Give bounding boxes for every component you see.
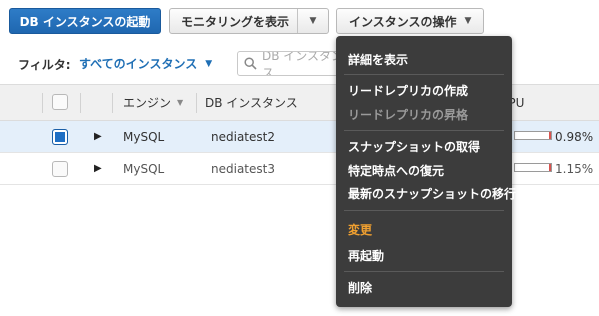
cpu-usage-bar xyxy=(514,131,552,140)
column-header-engine[interactable]: エンジン ▼ xyxy=(123,85,183,120)
instance-filter-value: すべてのインスタンス xyxy=(79,57,198,71)
column-header-db-instance-label: DB インスタンス xyxy=(205,96,298,110)
menu-divider xyxy=(344,271,504,272)
cpu-usage-bar xyxy=(514,163,552,172)
column-divider xyxy=(42,93,43,113)
cpu-usage-fill xyxy=(549,132,551,139)
column-divider xyxy=(80,93,81,113)
cpu-value: 1.15% xyxy=(555,161,594,176)
engine-cell: MySQL xyxy=(123,129,165,144)
instance-actions-menu: 詳細を表示 リードレプリカの作成 リードレプリカの昇格 スナップショットの取得 … xyxy=(336,36,516,307)
row-checkbox[interactable] xyxy=(52,161,68,177)
search-icon xyxy=(244,57,257,70)
expand-row-icon[interactable]: ▶ xyxy=(94,153,102,184)
cpu-usage-fill xyxy=(549,164,551,171)
select-all-checkbox[interactable] xyxy=(52,94,68,110)
column-header-db-instance[interactable]: DB インスタンス xyxy=(205,85,298,120)
expand-row-icon[interactable]: ▶ xyxy=(94,121,102,152)
show-monitoring-label: モニタリングを表示 xyxy=(181,14,290,29)
column-header-engine-label: エンジン xyxy=(123,96,172,110)
chevron-down-icon[interactable]: ▼ xyxy=(298,16,328,26)
column-divider xyxy=(112,93,113,113)
menu-divider xyxy=(344,210,504,211)
row-checkbox[interactable] xyxy=(52,129,68,145)
cpu-value: 0.98% xyxy=(555,129,594,144)
db-instance-cell[interactable]: nediatest2 xyxy=(211,121,275,152)
column-divider xyxy=(196,93,197,113)
filter-label: フィルタ: xyxy=(18,58,71,72)
menu-item-modify[interactable]: 変更 xyxy=(348,221,372,238)
launch-db-instance-button[interactable]: DB インスタンスの起動 xyxy=(9,8,161,34)
menu-item-reboot[interactable]: 再起動 xyxy=(348,247,384,264)
menu-divider xyxy=(344,74,504,75)
instance-filter-select[interactable]: すべてのインスタンス ▼ xyxy=(79,55,212,72)
chevron-down-icon: ▼ xyxy=(205,58,213,69)
menu-item-take-snapshot[interactable]: スナップショットの取得 xyxy=(348,138,480,155)
launch-db-instance-label: DB インスタンスの起動 xyxy=(19,14,151,29)
chevron-down-icon: ▼ xyxy=(464,16,472,26)
menu-item-delete[interactable]: 削除 xyxy=(348,279,372,296)
sort-icon: ▼ xyxy=(177,98,184,107)
instance-actions-label: インスタンスの操作 xyxy=(349,14,457,29)
engine-cell: MySQL xyxy=(123,161,165,176)
search-input[interactable]: DB インスタンス xyxy=(237,51,347,76)
menu-item-restore-to-point-in-time[interactable]: 特定時点への復元 xyxy=(348,162,444,179)
instance-actions-button[interactable]: インスタンスの操作 ▼ xyxy=(336,8,484,34)
menu-item-create-read-replica[interactable]: リードレプリカの作成 xyxy=(348,82,468,99)
db-instance-cell[interactable]: nediatest3 xyxy=(211,153,275,184)
menu-item-migrate-latest-snapshot[interactable]: 最新のスナップショットの移行 xyxy=(348,185,516,202)
menu-item-show-details[interactable]: 詳細を表示 xyxy=(348,51,408,68)
menu-item-promote-read-replica: リードレプリカの昇格 xyxy=(348,108,469,122)
menu-divider xyxy=(344,130,504,131)
search-placeholder: DB インスタンス xyxy=(262,51,344,76)
show-monitoring-button[interactable]: モニタリングを表示 ▼ xyxy=(169,8,329,34)
